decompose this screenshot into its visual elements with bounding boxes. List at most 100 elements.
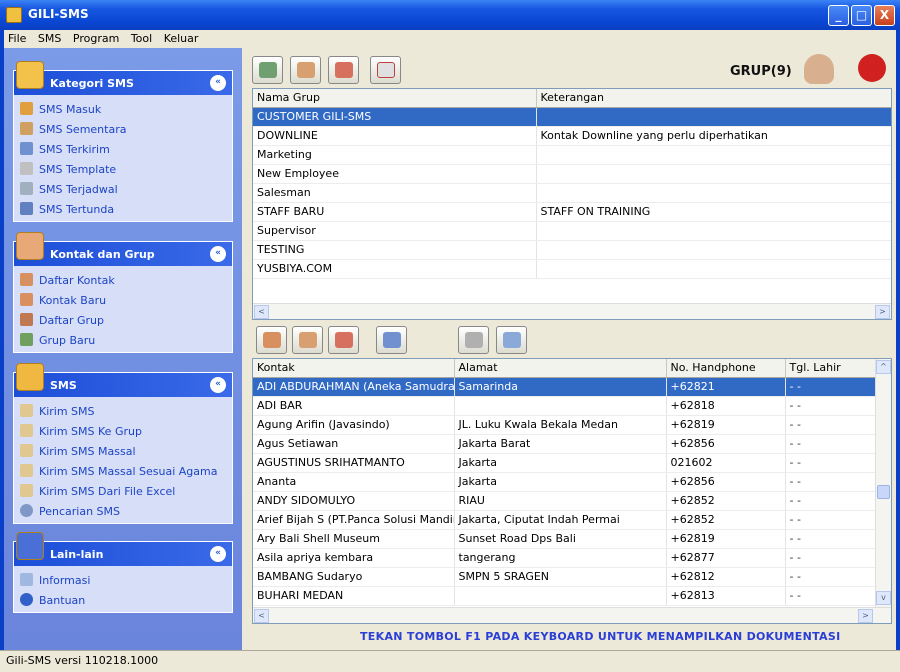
- group-name-cell: Marketing: [253, 145, 537, 165]
- contact-row[interactable]: Ananta Jakarta +62856- -: [253, 472, 876, 492]
- group-row[interactable]: DOWNLINE Kontak Downline yang perlu diper…: [253, 126, 891, 146]
- contact-row[interactable]: Asila apriya kembara tangerang +62877- -: [253, 548, 876, 568]
- contact-row[interactable]: AGUSTINUS SRIHATMANTO Jakarta 021602- -: [253, 453, 876, 473]
- scroll-right-icon[interactable]: >: [858, 609, 873, 623]
- sidebar-item-kirim-sms-massal-agama[interactable]: Kirim SMS Massal Sesuai Agama: [14, 462, 232, 482]
- group-title: Kategori SMS: [50, 77, 134, 90]
- add-contact-button[interactable]: [256, 326, 287, 354]
- sidebar-item-daftar-grup[interactable]: Daftar Grup: [14, 311, 232, 331]
- add-contact-icon: [263, 332, 281, 348]
- contact-row[interactable]: BAMBANG Sudaryo SMPN 5 SRAGEN +62812- -: [253, 567, 876, 587]
- client-area: Kategori SMS « SMS Masuk SMS Sementara S…: [4, 48, 896, 650]
- horizontal-scrollbar[interactable]: < >: [253, 303, 891, 319]
- group-header[interactable]: SMS «: [14, 363, 232, 397]
- import-button[interactable]: [458, 326, 489, 354]
- contact-row[interactable]: Arief Bijah S (PT.Panca Solusi Mandiri) J…: [253, 510, 876, 530]
- exit-icon[interactable]: [858, 54, 886, 82]
- sidebar-item-kirim-sms-massal[interactable]: Kirim SMS Massal: [14, 442, 232, 462]
- group-row[interactable]: STAFF BARU STAFF ON TRAINING: [253, 202, 891, 222]
- edit-contact-button[interactable]: [292, 326, 323, 354]
- horizontal-scrollbar[interactable]: < >: [253, 607, 891, 623]
- sidebar-item-pencarian-sms[interactable]: Pencarian SMS: [14, 502, 232, 522]
- menu-program[interactable]: Program: [69, 30, 123, 47]
- group-description-cell: [536, 107, 891, 127]
- scroll-right-icon[interactable]: >: [875, 305, 890, 319]
- group-description-cell: [536, 221, 891, 241]
- close-button[interactable]: X: [874, 5, 895, 26]
- scroll-thumb[interactable]: [877, 485, 890, 499]
- contact-row[interactable]: Ary Bali Shell Museum Sunset Road Dps Bal…: [253, 529, 876, 549]
- sidebar-item-grup-baru[interactable]: Grup Baru: [14, 331, 232, 351]
- column-header-no-handphone[interactable]: No. Handphone: [666, 359, 786, 378]
- group-row[interactable]: TESTING: [253, 240, 891, 260]
- sidebar-item-sms-terkirim[interactable]: SMS Terkirim: [14, 140, 232, 160]
- contact-address-cell: Jakarta: [454, 472, 667, 492]
- collapse-icon[interactable]: «: [210, 546, 226, 562]
- group-row[interactable]: CUSTOMER GILI-SMS: [253, 107, 891, 127]
- sidebar-item-bantuan[interactable]: Bantuan: [14, 591, 232, 611]
- column-header-alamat[interactable]: Alamat: [454, 359, 667, 378]
- maximize-button[interactable]: □: [851, 5, 872, 26]
- print-contact-button[interactable]: [376, 326, 407, 354]
- contact-name-cell: Ary Bali Shell Museum: [253, 529, 455, 549]
- contact-row[interactable]: ANDY SIDOMULYO RIAU +62852- -: [253, 491, 876, 511]
- contact-row[interactable]: Agung Arifin (Javasindo) JL. Luku Kwala B…: [253, 415, 876, 435]
- scroll-up-icon[interactable]: ^: [876, 360, 891, 374]
- group-row[interactable]: Salesman: [253, 183, 891, 203]
- sidebar-item-sms-sementara[interactable]: SMS Sementara: [14, 120, 232, 140]
- clock-icon: [20, 182, 33, 195]
- group-row[interactable]: New Employee: [253, 164, 891, 184]
- sidebar-item-sms-tertunda[interactable]: SMS Tertunda: [14, 200, 232, 220]
- menu-keluar[interactable]: Keluar: [160, 30, 203, 47]
- collapse-icon[interactable]: «: [210, 377, 226, 393]
- group-header[interactable]: Lain-lain «: [14, 532, 232, 566]
- scroll-left-icon[interactable]: <: [254, 305, 269, 319]
- contact-address-cell: [454, 586, 667, 606]
- scroll-left-icon[interactable]: <: [254, 609, 269, 623]
- vertical-scrollbar[interactable]: ^ v: [875, 359, 891, 609]
- scroll-down-icon[interactable]: v: [876, 591, 891, 605]
- contact-name-cell: Agus Setiawan: [253, 434, 455, 454]
- minimize-button[interactable]: _: [828, 5, 849, 26]
- pending-icon: [20, 202, 33, 215]
- print-group-button[interactable]: [370, 56, 401, 84]
- contact-row[interactable]: Agus Setiawan Jakarta Barat +62856- -: [253, 434, 876, 454]
- sidebar-item-daftar-kontak[interactable]: Daftar Kontak: [14, 271, 232, 291]
- sidebar-item-informasi[interactable]: Informasi: [14, 571, 232, 591]
- add-group-button[interactable]: [252, 56, 283, 84]
- column-header-keterangan[interactable]: Keterangan: [536, 89, 891, 108]
- delete-group-button[interactable]: [328, 56, 359, 84]
- sidebar-item-kirim-sms[interactable]: Kirim SMS: [14, 402, 232, 422]
- contact-phone-cell: +62877: [666, 548, 786, 568]
- group-row[interactable]: Marketing: [253, 145, 891, 165]
- export-button[interactable]: [496, 326, 527, 354]
- collapse-icon[interactable]: «: [210, 75, 226, 91]
- group-row[interactable]: Supervisor: [253, 221, 891, 241]
- column-header-nama-grup[interactable]: Nama Grup: [253, 89, 537, 108]
- collapse-icon[interactable]: «: [210, 246, 226, 262]
- sidebar-item-kirim-sms-ke-grup[interactable]: Kirim SMS Ke Grup: [14, 422, 232, 442]
- sidebar-item-kontak-baru[interactable]: Kontak Baru: [14, 291, 232, 311]
- menu-tool[interactable]: Tool: [127, 30, 156, 47]
- edit-group-button[interactable]: [290, 56, 321, 84]
- menu-file[interactable]: File: [4, 30, 30, 47]
- column-header-kontak[interactable]: Kontak: [253, 359, 455, 378]
- sidebar-item-sms-template[interactable]: SMS Template: [14, 160, 232, 180]
- group-row[interactable]: YUSBIYA.COM: [253, 259, 891, 279]
- delete-contact-button[interactable]: [328, 326, 359, 354]
- title-bar[interactable]: GILI-SMS _ □ X: [0, 0, 900, 30]
- send-icon: [20, 424, 33, 437]
- sidebar-item-kirim-sms-excel[interactable]: Kirim SMS Dari File Excel: [14, 482, 232, 502]
- contact-row[interactable]: ADI BAR +62818- -: [253, 396, 876, 416]
- group-header[interactable]: Kategori SMS «: [14, 61, 232, 95]
- sidebar-item-sms-terjadwal[interactable]: SMS Terjadwal: [14, 180, 232, 200]
- column-header-tgl-lahir[interactable]: Tgl. Lahir: [785, 359, 876, 378]
- contact-row[interactable]: BUHARI MEDAN +62813- -: [253, 586, 876, 606]
- sidebar-item-sms-masuk[interactable]: SMS Masuk: [14, 100, 232, 120]
- task-pane: Kategori SMS « SMS Masuk SMS Sementara S…: [4, 48, 242, 650]
- group-header[interactable]: Kontak dan Grup «: [14, 232, 232, 266]
- contact-name-cell: ADI BAR: [253, 396, 455, 416]
- contact-address-cell: Samarinda: [454, 377, 667, 397]
- menu-sms[interactable]: SMS: [34, 30, 65, 47]
- contact-row[interactable]: ADI ABDURAHMAN (Aneka Samudra Samarinda +6…: [253, 377, 876, 397]
